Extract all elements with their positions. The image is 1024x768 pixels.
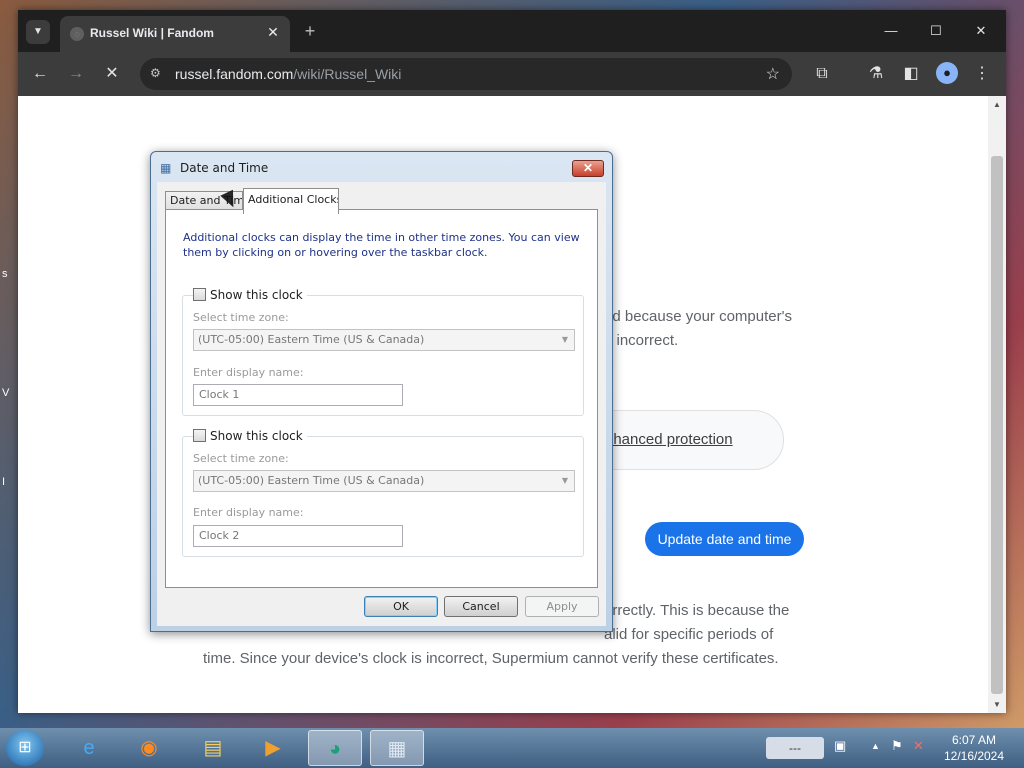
tab-search-button[interactable]: ▼ (26, 20, 50, 44)
labs-flask-icon[interactable]: ⚗ (864, 62, 888, 86)
keyboard-layout-indicator[interactable]: --- (766, 737, 824, 759)
update-date-time-button[interactable]: Update date and time (645, 522, 804, 556)
side-panel-icon[interactable]: ◧ (899, 62, 923, 86)
timezone-select-1[interactable]: (UTC-05:00) Eastern Time (US & Canada) ▼ (193, 329, 575, 351)
dialog-body: Date and Time Additional Clocks Addition… (157, 182, 606, 626)
tab-additional-clocks[interactable]: Additional Clocks (243, 188, 339, 214)
new-tab-button[interactable]: + (300, 22, 320, 42)
volume-muted-icon[interactable]: ✕ (913, 738, 924, 754)
clock-group-2: Show this clock Select time zone: (UTC-0… (182, 429, 584, 557)
enhanced-protection-link[interactable]: nhanced protection (605, 431, 733, 448)
dialog-title: Date and Time (180, 161, 269, 175)
close-window-button[interactable]: ✕ (966, 20, 996, 42)
clock-error-text-line1: ed because your computer's (604, 308, 792, 325)
timezone-label: Select time zone: (193, 452, 289, 465)
date-time-dialog: ▦ Date and Time ✕ Date and Time Addition… (150, 151, 613, 632)
browser-toolbar: ← → ✕ ⚙ russel.fandom.com/wiki/Russel_Wi… (18, 52, 1006, 96)
dropdown-arrow-icon: ▼ (561, 335, 568, 344)
dialog-titlebar[interactable]: ▦ Date and Time ✕ (151, 152, 612, 182)
extensions-icon[interactable]: ⧉ (810, 62, 834, 86)
action-center-icon[interactable]: ⚑ (891, 738, 903, 754)
apply-button[interactable]: Apply (525, 596, 599, 617)
media-player-icon[interactable]: ▶ (246, 730, 300, 766)
maximize-button[interactable]: ☐ (921, 20, 951, 42)
desktop-fragment: I (2, 476, 6, 488)
show-clock-1-checkbox[interactable]: Show this clock (193, 288, 307, 302)
dialog-close-button[interactable]: ✕ (572, 160, 604, 177)
minimize-button[interactable]: — (876, 20, 906, 42)
tab-strip: ▼ ◌ Russel Wiki | Fandom ✕ + — ☐ ✕ (18, 10, 1006, 52)
display-name-label: Enter display name: (193, 506, 304, 519)
panel-description: Additional clocks can display the time i… (183, 231, 580, 259)
date-time-taskbar-icon[interactable]: ▦ (370, 730, 424, 766)
start-button[interactable]: ⊞ (6, 730, 44, 766)
detail-text-line3: time. Since your device's clock is incor… (203, 650, 779, 667)
profile-avatar-icon[interactable]: ● (936, 62, 958, 84)
site-info-icon[interactable]: ⚙ (150, 66, 161, 80)
bookmark-star-icon[interactable]: ☆ (766, 64, 780, 84)
show-hidden-icons-icon[interactable]: ▲ (871, 741, 880, 751)
browser-tab[interactable]: ◌ Russel Wiki | Fandom ✕ (60, 16, 290, 52)
show-clock-2-checkbox[interactable]: Show this clock (193, 429, 307, 443)
back-icon[interactable]: ← (28, 62, 52, 86)
timezone-select-2[interactable]: (UTC-05:00) Eastern Time (US & Canada) ▼ (193, 470, 575, 492)
internet-explorer-icon[interactable]: e (62, 730, 116, 766)
tab-close-icon[interactable]: ✕ (264, 23, 282, 41)
url-text[interactable]: russel.fandom.com/wiki/Russel_Wiki (175, 66, 401, 82)
desktop-fragment: s (2, 268, 8, 280)
taskbar: ⊞ e ◉ ▤ ▶ ◕ ▦ --- ▣ ▲ ⚑ ✕ 6:07 AM 12/16/… (0, 728, 1024, 768)
scroll-up-icon[interactable]: ▲ (988, 98, 1006, 112)
checkbox-box[interactable] (193, 288, 206, 301)
timezone-label: Select time zone: (193, 311, 289, 324)
cancel-button[interactable]: Cancel (444, 596, 518, 617)
clock-date: 12/16/2024 (943, 749, 1005, 763)
supermium-browser-icon[interactable]: ◕ (308, 730, 362, 766)
stop-loading-icon[interactable]: ✕ (100, 62, 124, 86)
display-name-input-1[interactable]: Clock 1 (193, 384, 403, 406)
checkbox-box[interactable] (193, 429, 206, 442)
ok-button[interactable]: OK (364, 596, 438, 617)
page-scrollbar[interactable]: ▲ ▼ (988, 96, 1006, 713)
additional-clocks-panel: Additional clocks can display the time i… (165, 209, 598, 588)
file-explorer-icon[interactable]: ▤ (186, 730, 240, 766)
scroll-thumb[interactable] (991, 156, 1003, 694)
menu-kebab-icon[interactable]: ⋮ (970, 62, 994, 86)
scroll-down-icon[interactable]: ▼ (988, 698, 1006, 712)
clock-time: 6:07 AM (951, 733, 997, 747)
firefox-icon[interactable]: ◉ (122, 730, 176, 766)
tab-title: Russel Wiki | Fandom (90, 26, 214, 40)
address-bar[interactable]: ⚙ russel.fandom.com/wiki/Russel_Wiki ☆ (140, 58, 792, 90)
power-plug-icon[interactable]: ▣ (834, 738, 846, 754)
clock-group-1: Show this clock Select time zone: (UTC-0… (182, 288, 584, 416)
loading-icon: ◌ (70, 27, 84, 41)
clock-error-text-line2: e incorrect. (604, 332, 679, 349)
display-name-input-2[interactable]: Clock 2 (193, 525, 403, 547)
desktop-fragment: V (2, 387, 10, 399)
detail-text-line2: alid for specific periods of (604, 626, 774, 643)
forward-icon[interactable]: → (64, 62, 88, 86)
display-name-label: Enter display name: (193, 366, 304, 379)
detail-text-line1: orrectly. This is because the (604, 602, 790, 619)
system-clock[interactable]: 6:07 AM 12/16/2024 (934, 732, 1014, 764)
calendar-clock-icon: ▦ (160, 161, 172, 175)
dropdown-arrow-icon: ▼ (561, 476, 568, 485)
